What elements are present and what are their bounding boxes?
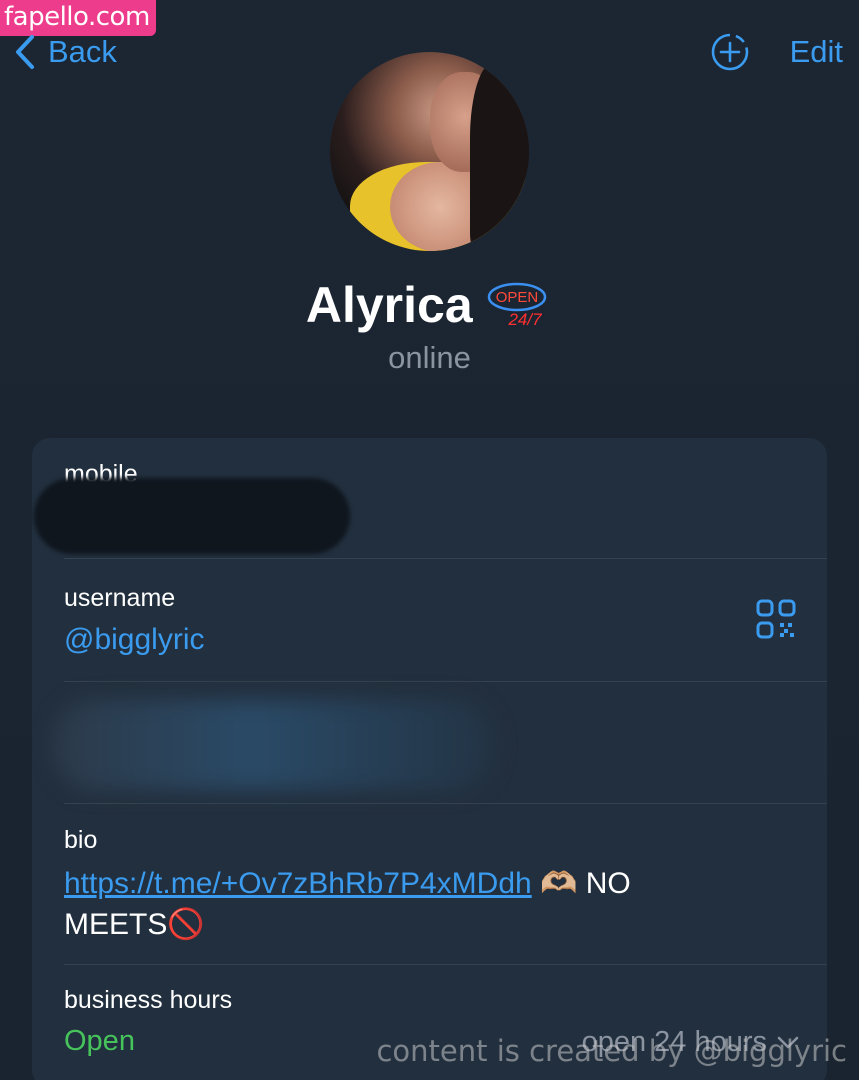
bio-label: bio — [64, 826, 98, 854]
svg-text:OPEN: OPEN — [496, 289, 539, 306]
bio-text-rest: 🫶🏼 NO — [531, 867, 631, 900]
username-row[interactable]: username @bigglyric — [32, 584, 827, 657]
svg-text:24/7: 24/7 — [508, 310, 543, 329]
redacted-phone — [34, 478, 350, 554]
username-label: username — [64, 584, 176, 612]
username-value[interactable]: @bigglyric — [64, 623, 827, 657]
bio-text: https://t.me/+Ov7zBhRb7P4xMDdh 🫶🏼 NO MEE… — [64, 863, 784, 945]
creator-watermark: content is created by @bigglyric — [376, 1034, 847, 1068]
chevron-left-icon — [16, 35, 34, 69]
bio-row: bio https://t.me/+Ov7zBhRb7P4xMDdh 🫶🏼 NO… — [32, 826, 827, 945]
back-button[interactable]: Back — [14, 34, 117, 70]
site-watermark: fapello.com — [0, 0, 156, 36]
info-card: mobile username @bigglyric bio https://t… — [32, 438, 827, 1080]
nav-actions: Edit — [710, 32, 843, 72]
bio-text-line2: MEETS🚫 — [64, 908, 205, 941]
edit-button[interactable]: Edit — [790, 34, 843, 70]
back-label: Back — [48, 34, 117, 69]
profile-name: Alyrica — [305, 277, 473, 333]
add-story-icon[interactable] — [710, 32, 750, 72]
qr-code-icon[interactable] — [755, 598, 797, 640]
profile-screen: fapello.com Back Edit Alyrica OPEN 24/7 … — [0, 0, 859, 1080]
business-hours-label: business hours — [64, 986, 233, 1014]
online-status: online — [388, 340, 471, 375]
bio-link[interactable]: https://t.me/+Ov7zBhRb7P4xMDdh — [64, 867, 532, 900]
open-24-7-badge-icon: OPEN 24/7 — [487, 282, 547, 329]
profile-name-row: Alyrica OPEN 24/7 — [0, 276, 859, 334]
profile-avatar[interactable] — [330, 52, 529, 251]
redacted-field — [54, 700, 494, 790]
